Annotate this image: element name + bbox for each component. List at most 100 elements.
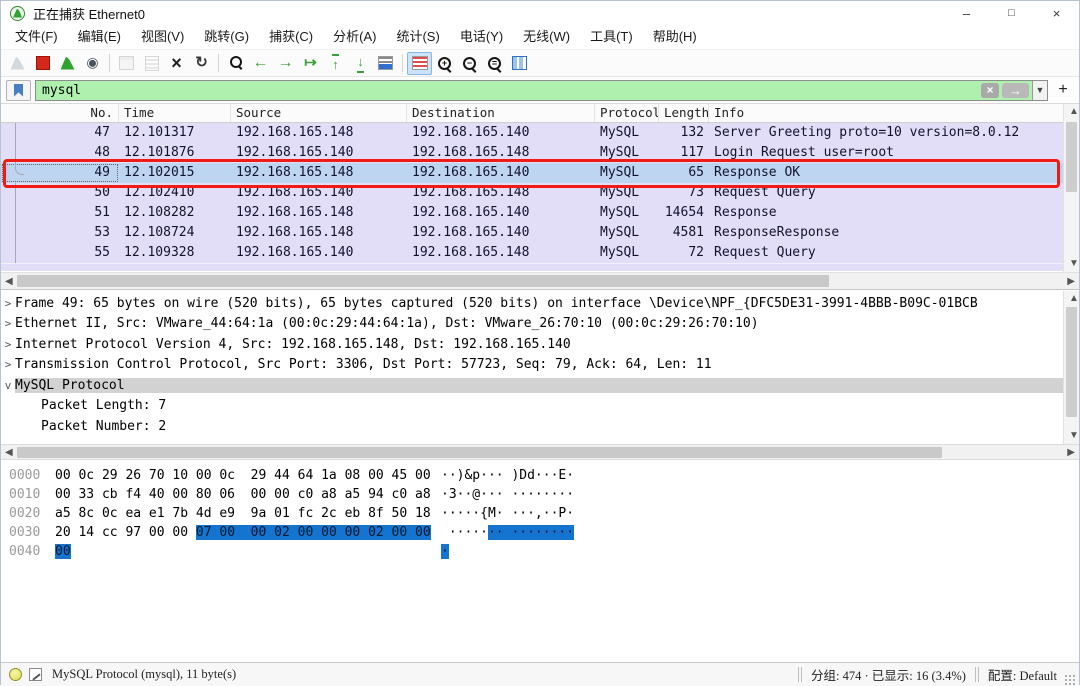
menu-item[interactable]: 捕获(C) <box>259 25 323 49</box>
detail-line[interactable]: > Internet Protocol Version 4, Src: 192.1… <box>1 334 1079 355</box>
scroll-up-icon[interactable]: ▲ <box>1069 294 1079 304</box>
ascii-selected[interactable]: ·· ········ <box>487 525 575 540</box>
detail-line[interactable]: Packet Length: 7 <box>1 396 1079 417</box>
go-first-button[interactable] <box>323 52 348 75</box>
bookmark-icon[interactable] <box>6 79 31 101</box>
menu-item[interactable]: 编辑(E) <box>68 25 131 49</box>
packet-row-49[interactable]: 49 12.102015 192.168.165.148 192.168.165.14… <box>1 163 1079 183</box>
stop-capture-button[interactable] <box>30 52 55 75</box>
expand-icon[interactable]: > <box>1 317 15 330</box>
scroll-down-icon[interactable]: ▼ <box>1069 431 1079 441</box>
zoom-in-button[interactable] <box>432 52 457 75</box>
packet-row-53[interactable]: 53 12.108724 192.168.165.148 192.168.165.14… <box>1 223 1079 243</box>
hex-ascii[interactable]: ·····{M· ···,··P· <box>441 504 574 523</box>
column-header-protocol[interactable]: Protocol <box>595 104 659 122</box>
auto-scroll-button[interactable] <box>373 52 398 75</box>
go-last-button[interactable] <box>348 52 373 75</box>
hex-ascii[interactable]: · <box>441 542 449 561</box>
packet-row-48[interactable]: 48 12.101876 192.168.165.140 192.168.165.14… <box>1 143 1079 163</box>
minimize-button[interactable]: – <box>944 1 989 25</box>
capture-comment-icon[interactable] <box>29 668 42 681</box>
restart-capture-button[interactable] <box>55 52 80 75</box>
expand-icon[interactable]: > <box>1 338 15 351</box>
reload-button[interactable] <box>189 52 214 75</box>
hex-bytes[interactable]: a5 8c 0c ea e1 7b 4d e9 9a 01 fc 2c eb 8… <box>55 504 431 523</box>
scroll-down-icon[interactable]: ▼ <box>1069 259 1079 269</box>
packet-list-horizontal-scrollbar[interactable]: ◀ ▶ <box>1 272 1079 289</box>
hex-line[interactable]: 0010 00 33 cb f4 40 00 80 06 00 00 c0 a8 … <box>9 485 1079 504</box>
hex-line[interactable]: 0000 00 0c 29 26 70 10 00 0c 29 44 64 1a … <box>9 466 1079 485</box>
colorize-button[interactable] <box>407 51 432 75</box>
hex-bytes[interactable]: 00 33 cb f4 40 00 80 06 00 00 c0 a8 a5 9… <box>55 485 431 504</box>
maximize-button[interactable]: □ <box>989 1 1034 25</box>
resize-grip[interactable] <box>1063 673 1076 686</box>
hex-line[interactable]: 0030 20 14 cc 97 00 00 07 00 00 02 00 00 … <box>9 523 1079 542</box>
clear-filter-icon[interactable]: × <box>981 82 999 98</box>
close-file-button[interactable] <box>164 52 189 75</box>
menu-item[interactable]: 帮助(H) <box>643 25 707 49</box>
scroll-left-icon[interactable]: ◀ <box>5 448 13 458</box>
packet-row-partial[interactable] <box>1 263 1079 271</box>
scroll-left-icon[interactable]: ◀ <box>5 277 13 287</box>
hex-ascii[interactable]: ·3··@··· ········ <box>441 485 574 504</box>
details-vertical-scrollbar[interactable]: ▲ ▼ <box>1063 291 1079 444</box>
menu-item[interactable]: 文件(F) <box>5 25 68 49</box>
collapse-icon[interactable]: v <box>1 379 15 392</box>
menu-item[interactable]: 无线(W) <box>513 25 580 49</box>
expert-info-icon[interactable] <box>9 668 22 681</box>
scroll-up-icon[interactable]: ▲ <box>1069 107 1079 117</box>
menu-item[interactable]: 跳转(G) <box>194 25 259 49</box>
details-horizontal-scrollbar[interactable]: ◀ ▶ <box>1 444 1079 460</box>
scrollbar-thumb[interactable] <box>1066 122 1077 192</box>
find-packet-button[interactable] <box>223 52 248 75</box>
detail-line[interactable]: Packet Number: 2 <box>1 416 1079 437</box>
apply-filter-icon[interactable]: → <box>1002 82 1029 98</box>
hex-bytes[interactable]: 00 <box>55 542 427 561</box>
hex-ascii[interactable]: ······· ········ <box>441 523 575 542</box>
resize-columns-button[interactable] <box>507 52 532 75</box>
expand-icon[interactable]: > <box>1 297 15 310</box>
scroll-right-icon[interactable]: ▶ <box>1067 448 1075 458</box>
scrollbar-thumb[interactable] <box>17 275 829 287</box>
menu-item[interactable]: 视图(V) <box>131 25 194 49</box>
scrollbar-thumb[interactable] <box>1066 307 1077 417</box>
packet-list-vertical-scrollbar[interactable]: ▲ ▼ <box>1063 104 1079 272</box>
packet-row-55[interactable]: 55 12.109328 192.168.165.140 192.168.165.14… <box>1 243 1079 263</box>
zoom-out-button[interactable] <box>457 52 482 75</box>
packet-row-47[interactable]: 47 12.101317 192.168.165.148 192.168.165.14… <box>1 123 1079 143</box>
close-button[interactable]: × <box>1034 1 1079 25</box>
hex-line[interactable]: 0040 00 · <box>9 542 1079 561</box>
column-header-source[interactable]: Source <box>231 104 407 122</box>
go-to-packet-button[interactable] <box>298 52 323 75</box>
go-forward-button[interactable] <box>273 52 298 75</box>
packet-row-50[interactable]: 50 12.102410 192.168.165.140 192.168.165.14… <box>1 183 1079 203</box>
zoom-reset-button[interactable] <box>482 52 507 75</box>
expand-icon[interactable]: > <box>1 358 15 371</box>
hex-bytes[interactable]: 00 0c 29 26 70 10 00 0c 29 44 64 1a 08 0… <box>55 466 431 485</box>
detail-line[interactable]: > Ethernet II, Src: VMware_44:64:1a (00:0… <box>1 314 1079 335</box>
column-header-info[interactable]: Info <box>709 104 1079 122</box>
scroll-right-icon[interactable]: ▶ <box>1067 277 1075 287</box>
filter-dropdown-icon[interactable]: ▼ <box>1032 80 1047 100</box>
menu-item[interactable]: 统计(S) <box>386 25 449 49</box>
menu-item[interactable]: 电话(Y) <box>450 25 513 49</box>
column-header-no[interactable]: No. <box>1 104 119 122</box>
capture-options-button[interactable] <box>80 52 105 75</box>
go-back-button[interactable] <box>248 52 273 75</box>
hex-line[interactable]: 0020 a5 8c 0c ea e1 7b 4d e9 9a 01 fc 2c … <box>9 504 1079 523</box>
menu-item[interactable]: 分析(A) <box>323 25 386 49</box>
hex-bytes[interactable]: 20 14 cc 97 00 00 07 00 00 02 00 00 00 0… <box>55 523 431 542</box>
add-filter-button[interactable]: + <box>1052 80 1074 101</box>
column-header-time[interactable]: Time <box>119 104 231 122</box>
detail-line[interactable]: > Frame 49: 65 bytes on wire (520 bits), … <box>1 293 1079 314</box>
detail-line[interactable]: > Transmission Control Protocol, Src Port… <box>1 355 1079 376</box>
hex-ascii[interactable]: ··)&p··· )Dd···E· <box>441 466 574 485</box>
packet-row-51[interactable]: 51 12.108282 192.168.165.148 192.168.165.14… <box>1 203 1079 223</box>
scrollbar-thumb[interactable] <box>17 447 942 458</box>
detail-line[interactable]: v MySQL Protocol <box>1 375 1079 396</box>
display-filter-input[interactable] <box>36 82 981 98</box>
menu-item[interactable]: 工具(T) <box>580 25 643 49</box>
hex-selected-bytes[interactable]: 07 00 00 02 00 00 00 02 00 00 <box>195 525 431 540</box>
column-header-length[interactable]: Length <box>659 104 709 122</box>
profile-text[interactable]: 配置: Default <box>988 665 1057 684</box>
